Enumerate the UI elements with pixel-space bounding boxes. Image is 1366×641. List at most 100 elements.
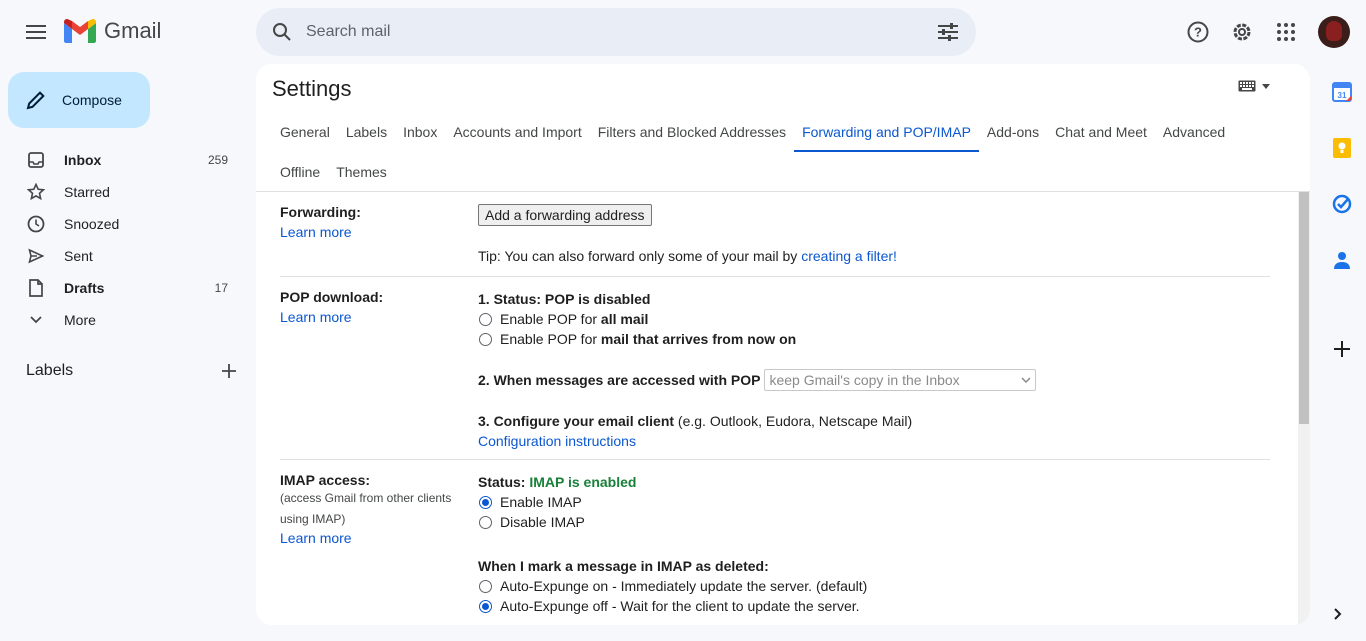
settings-scrollbar[interactable] [1298, 192, 1310, 625]
nav-label: Sent [64, 248, 93, 264]
tab-inbox[interactable]: Inbox [395, 112, 445, 152]
plus-icon [1334, 341, 1350, 357]
tasks-icon [1332, 194, 1352, 214]
configuration-instructions-link[interactable]: Configuration instructions [478, 433, 636, 449]
nav-count: 259 [207, 153, 228, 167]
nav-item-drafts[interactable]: Drafts 17 [0, 272, 256, 304]
get-addons-button[interactable] [1326, 333, 1358, 365]
tab-filters-and-blocked-addresses[interactable]: Filters and Blocked Addresses [590, 112, 794, 152]
nav-item-starred[interactable]: Starred [0, 176, 256, 208]
nav-label: Drafts [64, 280, 105, 296]
top-bar: Gmail ? [0, 0, 1366, 64]
pop-accessed-label: 2. When messages are accessed with POP [478, 372, 761, 388]
nav-item-inbox[interactable]: Inbox 259 [0, 144, 256, 176]
compose-button[interactable]: Compose [8, 72, 150, 128]
settings-panel: Settings General Labels Inbox Accounts a… [256, 64, 1310, 625]
contacts-app-button[interactable] [1326, 244, 1358, 276]
pop-download-label: POP download: [280, 289, 384, 305]
imap-disable-option[interactable]: Disable IMAP [478, 512, 1270, 532]
pop-accessed-value: keep Gmail's copy in the Inbox [769, 372, 960, 388]
contacts-icon [1334, 252, 1350, 269]
account-avatar[interactable] [1318, 16, 1350, 48]
svg-text:31: 31 [1338, 91, 1347, 100]
add-forwarding-address-button[interactable]: Add a forwarding address [478, 204, 652, 226]
enable-imap-radio[interactable] [479, 495, 492, 509]
keyboard-icon [1238, 80, 1256, 92]
apps-button[interactable] [1266, 12, 1306, 52]
labels-header: Labels [26, 362, 236, 380]
expunge-on-option[interactable]: Auto-Expunge on - Immediately update the… [478, 576, 1270, 596]
pop-from-now-radio[interactable] [479, 332, 492, 346]
tasks-app-button[interactable] [1326, 188, 1358, 220]
imap-learn-more-link[interactable]: Learn more [280, 530, 352, 546]
labels-title: Labels [26, 362, 74, 379]
calendar-app-button[interactable]: 31 [1326, 76, 1358, 108]
show-side-panel-button[interactable] [1326, 602, 1350, 626]
pop-option-all-mail[interactable]: Enable POP for all mail [478, 309, 1270, 329]
calendar-icon: 31 [1332, 82, 1352, 102]
expunge-on-label: Auto-Expunge on - Immediately update the… [500, 578, 868, 594]
settings-tabs: General Labels Inbox Accounts and Import… [272, 112, 1292, 192]
input-tools-button[interactable] [1238, 80, 1270, 92]
help-button[interactable]: ? [1178, 12, 1218, 52]
configure-client-examples: (e.g. Outlook, Eudora, Netscape Mail) [674, 413, 913, 429]
tab-themes[interactable]: Themes [328, 152, 395, 192]
tab-add-ons[interactable]: Add-ons [979, 112, 1047, 152]
settings-button[interactable] [1222, 12, 1262, 52]
tab-advanced[interactable]: Advanced [1155, 112, 1233, 152]
caret-down-icon [1262, 83, 1270, 89]
expunge-on-radio[interactable] [479, 579, 492, 593]
pencil-icon [26, 91, 45, 110]
nav-item-snoozed[interactable]: Snoozed [0, 208, 256, 240]
forwarding-learn-more-link[interactable]: Learn more [280, 224, 352, 240]
pop-option-bold: mail that arrives from now on [600, 331, 797, 347]
gmail-logo[interactable]: Gmail [64, 18, 161, 44]
search-icon[interactable] [258, 8, 306, 56]
app-name: Gmail [104, 18, 162, 43]
tab-labels[interactable]: Labels [338, 112, 395, 152]
imap-access-label: IMAP access: [280, 472, 371, 488]
tab-general[interactable]: General [272, 112, 338, 152]
settings-content: Forwarding: Learn more Add a forwarding … [280, 192, 1270, 625]
top-right-actions: ? [1178, 12, 1350, 52]
pop-option-from-now[interactable]: Enable POP for mail that arrives from no… [478, 329, 1270, 349]
tab-accounts-and-import[interactable]: Accounts and Import [445, 112, 589, 152]
nav-item-sent[interactable]: Sent [0, 240, 256, 272]
enable-imap-label: Enable IMAP [500, 494, 582, 510]
main-menu-button[interactable] [16, 12, 56, 52]
disable-imap-label: Disable IMAP [500, 514, 585, 530]
side-panel-apps: 31 [1318, 64, 1366, 641]
nav-label: Snoozed [64, 216, 120, 232]
pop-download-section: POP download: Learn more 1. Status: POP … [280, 277, 1270, 460]
pop-option-label: Enable POP for [500, 311, 601, 327]
clock-icon [26, 214, 46, 234]
tab-forwarding-and-pop-imap[interactable]: Forwarding and POP/IMAP [794, 112, 979, 152]
forwarding-label: Forwarding: [280, 204, 361, 220]
creating-filter-link[interactable]: creating a filter! [801, 248, 897, 264]
gear-icon [1233, 23, 1251, 41]
imap-enable-option[interactable]: Enable IMAP [478, 492, 1270, 512]
keep-app-button[interactable] [1326, 132, 1358, 164]
forwarding-section: Forwarding: Learn more Add a forwarding … [280, 192, 1270, 277]
nav-item-more[interactable]: More [0, 304, 256, 336]
pop-accessed-select[interactable]: keep Gmail's copy in the Inbox [764, 369, 1037, 391]
search-options-icon[interactable] [924, 8, 972, 56]
send-icon [26, 246, 46, 266]
scrollbar-thumb[interactable] [1299, 192, 1309, 424]
chevron-right-icon [1334, 608, 1342, 620]
plus-icon[interactable] [222, 364, 236, 378]
search-input[interactable] [306, 23, 924, 41]
disable-imap-radio[interactable] [479, 515, 492, 529]
left-nav: Inbox 259 Starred Snoozed Sent Drafts 17… [0, 144, 256, 336]
search-bar[interactable] [256, 8, 976, 56]
expunge-off-radio[interactable] [479, 599, 492, 613]
pop-all-mail-radio[interactable] [479, 312, 492, 326]
imap-status-prefix: Status: [478, 474, 530, 490]
keep-icon [1333, 138, 1351, 158]
tab-chat-and-meet[interactable]: Chat and Meet [1047, 112, 1155, 152]
svg-text:?: ? [1194, 25, 1202, 40]
pop-learn-more-link[interactable]: Learn more [280, 309, 352, 325]
gmail-m-icon [64, 19, 96, 43]
expunge-off-option[interactable]: Auto-Expunge off - Wait for the client t… [478, 596, 1270, 616]
tab-offline[interactable]: Offline [272, 152, 328, 192]
